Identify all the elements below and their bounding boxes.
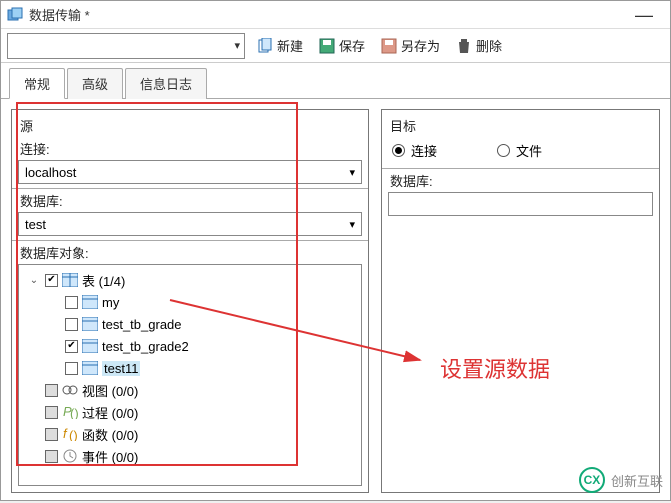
views-label: 视图 (0/0) xyxy=(82,381,138,400)
target-title: 目标 xyxy=(382,110,659,137)
item-checkbox[interactable] xyxy=(65,340,78,353)
table-icon xyxy=(82,317,98,331)
chevron-down-icon: ▾ xyxy=(349,218,355,231)
trash-icon xyxy=(456,38,472,54)
source-database-value: test xyxy=(25,217,46,232)
function-icon: f() xyxy=(62,427,78,441)
table-group-icon xyxy=(62,273,78,287)
target-radio-connection[interactable]: 连接 xyxy=(392,141,437,160)
source-connection-select[interactable]: localhost ▾ xyxy=(18,160,362,184)
events-label: 事件 (0/0) xyxy=(82,447,138,466)
table-icon xyxy=(82,295,98,309)
collapse-icon[interactable]: ⌄ xyxy=(27,275,41,286)
procs-checkbox[interactable] xyxy=(45,406,58,419)
tab-advanced[interactable]: 高级 xyxy=(67,68,123,99)
chevron-down-icon: ▾ xyxy=(349,166,355,179)
profile-combo[interactable]: ▾ xyxy=(7,33,245,59)
target-panel: 目标 连接 文件 数据库: xyxy=(381,109,660,493)
tree-item[interactable]: test_tb_grade2 xyxy=(21,335,359,357)
item-checkbox[interactable] xyxy=(65,318,78,331)
toolbar: ▾ 新建 保存 另存为 删除 xyxy=(1,29,670,63)
procs-label: 过程 (0/0) xyxy=(82,403,138,422)
target-database-input[interactable] xyxy=(388,192,653,216)
tree-node-funcs[interactable]: f() 函数 (0/0) xyxy=(21,423,359,445)
item-label: my xyxy=(102,295,119,310)
svg-text:(): () xyxy=(69,428,78,441)
tree-item-selected[interactable]: test11 xyxy=(21,357,359,379)
source-objects-label: 数据库对象: xyxy=(12,240,368,264)
tree-item[interactable]: my xyxy=(21,291,359,313)
save-as-label: 另存为 xyxy=(401,36,440,55)
minimize-button[interactable]: — xyxy=(624,8,664,22)
radio-off-icon xyxy=(497,144,510,157)
save-button[interactable]: 保存 xyxy=(315,34,369,57)
source-connection-value: localhost xyxy=(25,165,76,180)
tab-bar: 常规 高级 信息日志 xyxy=(1,63,670,99)
target-database-label: 数据库: xyxy=(382,168,659,192)
source-panel: 源 连接: localhost ▾ 数据库: test ▾ 数据库对象: ⌄ 表… xyxy=(11,109,369,493)
delete-button[interactable]: 删除 xyxy=(452,34,506,57)
title-bar: 数据传输 * — xyxy=(1,1,670,29)
svg-text:(): () xyxy=(70,406,78,419)
svg-text:f: f xyxy=(63,427,68,441)
funcs-checkbox[interactable] xyxy=(45,428,58,441)
new-icon xyxy=(257,38,273,54)
delete-label: 删除 xyxy=(476,36,502,55)
target-radio-file[interactable]: 文件 xyxy=(497,141,542,160)
save-icon xyxy=(319,38,335,54)
new-label: 新建 xyxy=(277,36,303,55)
app-window: 数据传输 * — ▾ 新建 保存 另存为 删除 常规 高级 信息日志 源 连接: xyxy=(0,0,671,501)
tree-node-views[interactable]: 视图 (0/0) xyxy=(21,379,359,401)
window-title: 数据传输 * xyxy=(29,5,624,24)
tables-label: 表 (1/4) xyxy=(82,271,125,290)
tab-log[interactable]: 信息日志 xyxy=(125,68,207,99)
radio-on-icon xyxy=(392,144,405,157)
save-label: 保存 xyxy=(339,36,365,55)
event-icon xyxy=(62,449,78,463)
objects-tree[interactable]: ⌄ 表 (1/4) my test_tb_grade xyxy=(18,264,362,486)
source-database-label: 数据库: xyxy=(12,188,368,212)
tree-node-procs[interactable]: P() 过程 (0/0) xyxy=(21,401,359,423)
views-checkbox[interactable] xyxy=(45,384,58,397)
save-as-icon xyxy=(381,38,397,54)
item-label: test_tb_grade xyxy=(102,317,182,332)
table-icon xyxy=(82,339,98,353)
views-icon xyxy=(62,383,78,397)
procedure-icon: P() xyxy=(62,405,78,419)
source-title: 源 xyxy=(12,110,368,137)
item-checkbox[interactable] xyxy=(65,362,78,375)
funcs-label: 函数 (0/0) xyxy=(82,425,138,444)
item-label: test_tb_grade2 xyxy=(102,339,189,354)
tree-node-tables[interactable]: ⌄ 表 (1/4) xyxy=(21,269,359,291)
tree-item[interactable]: test_tb_grade xyxy=(21,313,359,335)
source-connection-label: 连接: xyxy=(12,137,368,160)
new-button[interactable]: 新建 xyxy=(253,34,307,57)
tab-general[interactable]: 常规 xyxy=(9,68,65,99)
item-checkbox[interactable] xyxy=(65,296,78,309)
tables-checkbox[interactable] xyxy=(45,274,58,287)
table-icon xyxy=(82,361,98,375)
target-mode-row: 连接 文件 xyxy=(382,137,659,168)
app-icon xyxy=(7,7,23,23)
item-label: test11 xyxy=(102,361,140,376)
save-as-button[interactable]: 另存为 xyxy=(377,34,444,57)
events-checkbox[interactable] xyxy=(45,450,58,463)
tree-node-events[interactable]: 事件 (0/0) xyxy=(21,445,359,467)
source-database-select[interactable]: test ▾ xyxy=(18,212,362,236)
chevron-down-icon: ▾ xyxy=(234,39,240,52)
body: 源 连接: localhost ▾ 数据库: test ▾ 数据库对象: ⌄ 表… xyxy=(1,99,670,503)
